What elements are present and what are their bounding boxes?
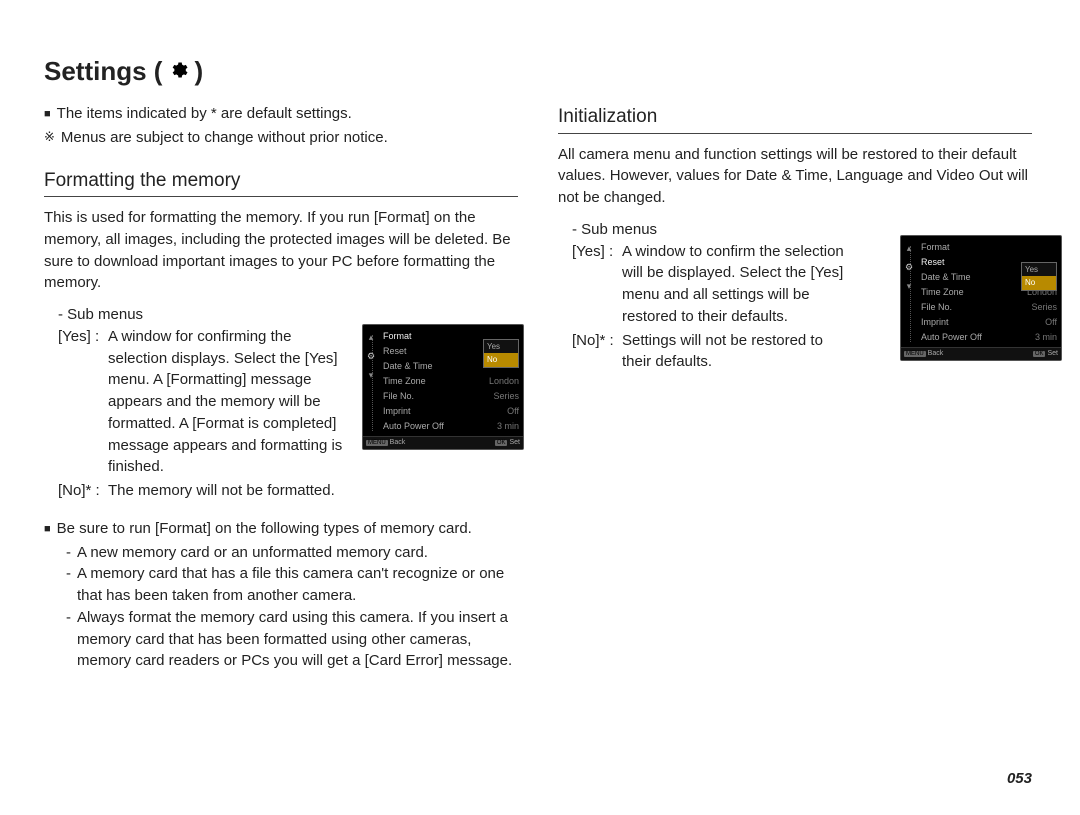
lcd-row-label: File No. <box>383 390 414 403</box>
heading-initialization: Initialization <box>558 103 1032 134</box>
page-title: Settings ( ) <box>44 56 1032 87</box>
submenus-label-left: - Sub menus <box>58 304 518 326</box>
lcd-row-label: Imprint <box>921 316 949 329</box>
submenu-no-key: [No]* : <box>58 480 104 502</box>
lcd-footer-set: Set <box>509 439 520 446</box>
submenu-no-desc: Settings will not be restored to their d… <box>622 330 850 374</box>
gear-icon: ⚙ <box>905 261 913 274</box>
lcd-screenshot-reset: ▴ ⚙ ▾ Format Reset Date & Time Time Zone… <box>900 235 1062 361</box>
submenu-yes-desc: A window to confirm the selection will b… <box>622 241 850 328</box>
initialization-paragraph: All camera menu and function settings wi… <box>558 144 1032 209</box>
lcd-row-label: Date & Time <box>921 271 971 284</box>
page-number: 053 <box>1007 770 1032 787</box>
lcd-row-label: Time Zone <box>383 375 426 388</box>
format-note-lead: Be sure to run [Format] on the following… <box>44 518 518 540</box>
left-column: The items indicated by * are default set… <box>44 101 518 672</box>
intro-line-1: The items indicated by * are default set… <box>44 103 518 125</box>
heading-formatting: Formatting the memory <box>44 167 518 198</box>
lcd-row-label: File No. <box>921 301 952 314</box>
submenu-yes-desc: A window for confirming the selection di… <box>108 326 346 478</box>
intro-text-1: The items indicated by * are default set… <box>57 103 352 125</box>
lcd-footer-back: Back <box>928 350 944 357</box>
lcd-row-label: Imprint <box>383 405 411 418</box>
lcd-popup-option: Yes <box>1022 263 1056 277</box>
format-note-item: Always format the memory card using this… <box>66 607 518 672</box>
lcd-popup-option-selected: No <box>1022 276 1056 290</box>
formatting-paragraph: This is used for formatting the memory. … <box>44 207 518 294</box>
lcd-footer-back: Back <box>390 439 406 446</box>
title-prefix: Settings ( <box>44 56 162 87</box>
lcd-row-label: Date & Time <box>383 360 433 373</box>
lcd-popup-option-selected: No <box>484 353 518 367</box>
lcd-row-label: Reset <box>383 345 407 358</box>
title-suffix: ) <box>194 56 203 87</box>
lcd-footer-set: Set <box>1047 350 1058 357</box>
submenu-yes-key: [Yes] : <box>58 326 104 478</box>
lcd-row-label: Auto Power Off <box>921 331 982 344</box>
lcd-popup: Yes No <box>1021 262 1057 291</box>
format-note-item: A new memory card or an unformatted memo… <box>66 542 518 564</box>
lcd-screenshot-format: ▴ ⚙ ▾ Format Reset Date & Time Time Zone… <box>362 324 524 450</box>
lcd-row-label: Format <box>921 241 950 254</box>
lcd-menu-list: Format Reset Date & Time Time ZoneLondon… <box>917 236 1061 347</box>
lcd-popup-option: Yes <box>484 340 518 354</box>
lcd-row-label: Auto Power Off <box>383 420 444 433</box>
right-column: Initialization All camera menu and funct… <box>558 101 1032 672</box>
lcd-row-label: Reset <box>921 256 945 269</box>
submenu-yes-key: [Yes] : <box>572 241 618 328</box>
format-note-item: A memory card that has a file this camer… <box>66 563 518 607</box>
gear-icon: ⚙ <box>367 350 375 363</box>
lcd-row-label: Time Zone <box>921 286 964 299</box>
intro-text-2: Menus are subject to change without prio… <box>61 127 388 149</box>
lcd-popup: Yes No <box>483 339 519 368</box>
format-note-lead-text: Be sure to run [Format] on the following… <box>57 518 472 540</box>
gear-icon <box>168 60 188 84</box>
submenu-no-key: [No]* : <box>572 330 618 374</box>
intro-line-2: Menus are subject to change without prio… <box>44 127 518 149</box>
lcd-row-label: Format <box>383 330 412 343</box>
submenu-no-desc: The memory will not be formatted. <box>108 480 346 502</box>
